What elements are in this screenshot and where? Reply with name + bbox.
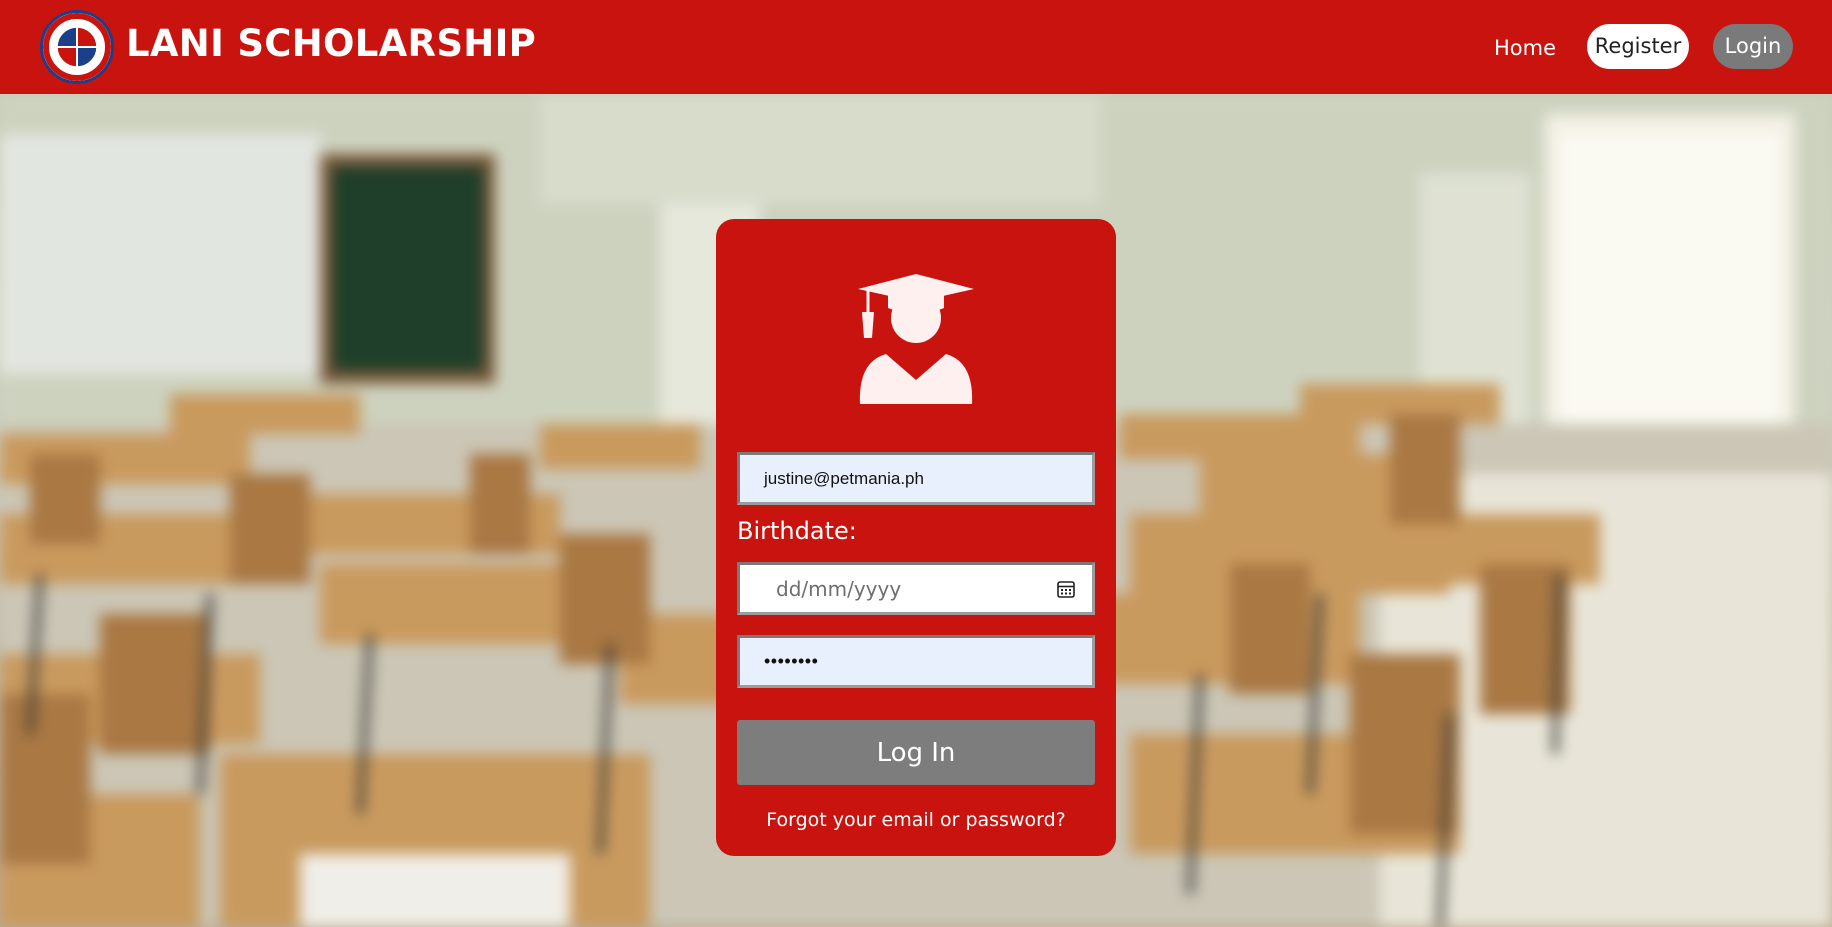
forgot-credentials-link[interactable]: Forgot your email or password?	[716, 809, 1116, 831]
city-seal-logo[interactable]	[40, 10, 114, 84]
birthdate-input[interactable]: dd/mm/yyyy	[737, 562, 1095, 615]
nav-login-button[interactable]: Login	[1713, 24, 1793, 69]
birthdate-label: Birthdate:	[737, 517, 857, 545]
site-title[interactable]: LANI SCHOLARSHIP	[126, 22, 536, 65]
log-in-button[interactable]: Log In	[737, 720, 1095, 785]
login-card: justine@petmania.ph Birthdate: dd/mm/yyy…	[716, 219, 1116, 856]
calendar-icon[interactable]	[1056, 579, 1076, 599]
nav-register-button[interactable]: Register	[1587, 24, 1689, 69]
nav-home-link[interactable]: Home	[1480, 28, 1570, 68]
birthdate-placeholder: dd/mm/yyyy	[776, 576, 902, 601]
top-navbar: LANI SCHOLARSHIP Home Register Login	[0, 0, 1832, 94]
city-seal-icon	[43, 13, 111, 81]
email-field[interactable]: justine@petmania.ph	[737, 452, 1095, 505]
graduate-user-icon	[858, 274, 974, 404]
password-field[interactable]: ••••••••	[737, 635, 1095, 688]
